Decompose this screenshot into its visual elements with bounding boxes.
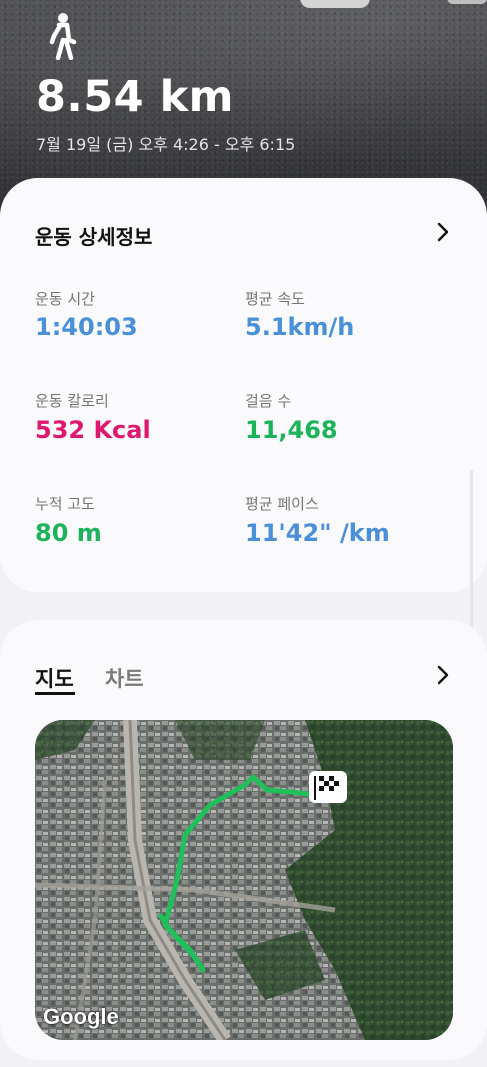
details-title: 운동 상세정보	[35, 225, 153, 249]
steps-value: 11,468	[245, 416, 338, 444]
elevation-value: 80 m	[35, 519, 102, 547]
steps-label: 걸음 수	[245, 392, 292, 410]
date-range: 7월 19일 (금) 오후 4:26 - 오후 6:15	[36, 135, 296, 154]
chevron-right-icon[interactable]	[435, 221, 451, 243]
google-logo: Google	[43, 1004, 119, 1029]
map-card: 지도 차트 Google	[0, 620, 487, 1060]
distance-value: 8.54 km	[36, 72, 234, 122]
chevron-right-icon[interactable]	[435, 664, 451, 686]
active-tab-indicator	[35, 692, 75, 695]
tab-map[interactable]: 지도	[35, 663, 74, 693]
background-object	[300, 0, 370, 8]
calories-value: 532 Kcal	[35, 416, 151, 444]
finish-flag-icon	[309, 771, 347, 803]
background-object	[447, 0, 487, 4]
avg-speed-value: 5.1km/h	[245, 313, 355, 341]
elevation-label: 누적 고도	[35, 495, 95, 513]
avg-speed-label: 평균 속도	[245, 290, 305, 308]
workout-details-card: 운동 상세정보 운동 시간 1:40:03 평균 속도 5.1km/h 운동 칼…	[0, 178, 487, 592]
avg-pace-value: 11'42" /km	[245, 519, 390, 547]
walk-icon	[49, 13, 77, 60]
duration-label: 운동 시간	[35, 290, 95, 308]
avg-pace-label: 평균 페이스	[245, 495, 319, 513]
duration-value: 1:40:03	[35, 313, 138, 341]
tab-chart[interactable]: 차트	[105, 663, 144, 693]
calories-label: 운동 칼로리	[35, 392, 109, 410]
route-map[interactable]: Google	[35, 720, 453, 1040]
satellite-map[interactable]	[35, 720, 453, 1040]
